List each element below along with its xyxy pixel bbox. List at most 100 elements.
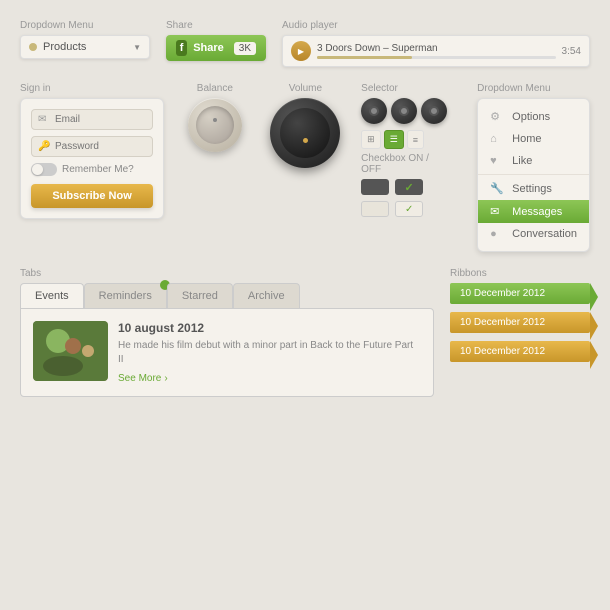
ribbons-widget: Ribbons 10 December 2012 10 December 201… bbox=[450, 268, 590, 370]
balance-label: Balance bbox=[180, 83, 250, 94]
ribbon-body-3[interactable]: 10 December 2012 bbox=[450, 341, 590, 362]
menu-label-like: Like bbox=[512, 155, 532, 167]
grid-view-btn[interactable]: ⊞ bbox=[361, 130, 381, 149]
menu-label-messages: Messages bbox=[512, 206, 562, 218]
tab-reminders-label: Reminders bbox=[99, 290, 152, 302]
knob-inner bbox=[196, 106, 234, 144]
list-view-btn[interactable]: ☰ bbox=[384, 130, 404, 149]
ribbon-item-2: 10 December 2012 bbox=[450, 312, 590, 333]
content-text: 10 august 2012 He made his film debut wi… bbox=[118, 321, 421, 384]
checkbox-on-1[interactable]: ✓ bbox=[395, 179, 423, 195]
facebook-icon: f bbox=[176, 40, 187, 56]
subscribe-button[interactable]: Subscribe Now bbox=[31, 184, 153, 208]
chevron-right-icon: › bbox=[164, 373, 167, 384]
share-label: Share bbox=[166, 20, 266, 31]
detail-view-btn[interactable]: ≡ bbox=[407, 130, 424, 149]
signin-label: Sign in bbox=[20, 83, 164, 94]
menu-item-like[interactable]: ♥ Like bbox=[478, 150, 589, 172]
selector-btn-2[interactable] bbox=[391, 98, 417, 124]
audio-time: 3:54 bbox=[562, 46, 581, 57]
menu-item-messages[interactable]: ✉ Messages bbox=[478, 200, 589, 223]
check-icon-2: ✓ bbox=[405, 204, 413, 215]
menu-label-home: Home bbox=[512, 133, 541, 145]
selector-btn-3[interactable] bbox=[421, 98, 447, 124]
audio-player[interactable]: ▶ 3 Doors Down – Superman 3:54 bbox=[282, 35, 590, 67]
password-input-row: 🔑 bbox=[31, 136, 153, 157]
tab-starred[interactable]: Starred bbox=[167, 283, 233, 308]
balance-knob[interactable] bbox=[188, 98, 242, 152]
lock-icon: 🔑 bbox=[38, 141, 50, 152]
tab-starred-label: Starred bbox=[182, 290, 218, 302]
menu-label-settings: Settings bbox=[512, 183, 552, 195]
selector-btn-1[interactable] bbox=[361, 98, 387, 124]
tabs-content: 10 august 2012 He made his film debut wi… bbox=[20, 308, 434, 397]
selector-widget: Selector ⊞ ☰ ≡ bbox=[361, 83, 461, 149]
share-count: 3K bbox=[234, 42, 256, 55]
email-input-row: ✉ bbox=[31, 109, 153, 130]
ribbon-tail-1 bbox=[590, 283, 598, 311]
selector-inner-1 bbox=[369, 106, 379, 116]
selector-inner-3 bbox=[429, 106, 439, 116]
menu-item-settings[interactable]: 🔧 Settings bbox=[478, 177, 589, 200]
signin-box: ✉ 🔑 Remember Me? Subscribe Now bbox=[20, 98, 164, 219]
ribbon-body-2[interactable]: 10 December 2012 bbox=[450, 312, 590, 333]
tab-reminders[interactable]: Reminders bbox=[84, 283, 167, 308]
password-field[interactable] bbox=[55, 141, 145, 152]
tabs-label: Tabs bbox=[20, 268, 434, 279]
ribbons-label: Ribbons bbox=[450, 268, 590, 279]
tab-events-label: Events bbox=[35, 290, 69, 302]
tab-events[interactable]: Events bbox=[20, 283, 84, 308]
checkbox-off-1[interactable] bbox=[361, 179, 389, 195]
share-button[interactable]: f Share 3K bbox=[166, 35, 266, 61]
share-button-label: Share bbox=[193, 42, 224, 54]
wrench-icon: 🔧 bbox=[490, 182, 504, 195]
balance-widget: Balance bbox=[180, 83, 250, 152]
content-image bbox=[33, 321, 108, 381]
dropdown-widget-1: Dropdown Menu Products ▼ bbox=[20, 20, 150, 59]
play-icon[interactable]: ▶ bbox=[291, 41, 311, 61]
ribbon-text-1: 10 December 2012 bbox=[460, 288, 545, 299]
see-more-link[interactable]: See More › bbox=[118, 373, 421, 384]
checkbox-2-on[interactable]: ✓ bbox=[395, 201, 423, 217]
ribbon-body-1[interactable]: 10 December 2012 bbox=[450, 283, 590, 304]
remember-label: Remember Me? bbox=[62, 164, 134, 175]
menu-item-home[interactable]: ⌂ Home bbox=[478, 128, 589, 150]
dropdown2-label: Dropdown Menu bbox=[477, 83, 590, 94]
audio-progress-bar bbox=[317, 56, 556, 59]
selector-checkbox-group: Selector ⊞ ☰ ≡ bbox=[361, 83, 461, 217]
checkbox-2-off[interactable] bbox=[361, 201, 389, 217]
ribbon-tail-3 bbox=[590, 341, 598, 369]
selector-buttons bbox=[361, 98, 461, 124]
menu-label-conversation: Conversation bbox=[512, 228, 577, 240]
view-toggle: ⊞ ☰ ≡ bbox=[361, 130, 461, 149]
menu-label-options: Options bbox=[512, 111, 550, 123]
email-field[interactable] bbox=[55, 114, 145, 125]
home-icon: ⌂ bbox=[490, 133, 504, 145]
toggle-thumb bbox=[32, 164, 43, 175]
content-date: 10 august 2012 bbox=[118, 321, 421, 335]
see-more-label: See More bbox=[118, 373, 161, 384]
tabs-widget: Tabs Events Reminders Starred Archive bbox=[20, 268, 434, 397]
menu-item-options[interactable]: ⚙ Options bbox=[478, 105, 589, 128]
chat-icon: ● bbox=[490, 228, 504, 240]
menu-item-conversation[interactable]: ● Conversation bbox=[478, 223, 589, 245]
tab-archive[interactable]: Archive bbox=[233, 283, 300, 308]
message-icon: ✉ bbox=[490, 205, 504, 218]
dropdown-menu-box: ⚙ Options ⌂ Home ♥ Like 🔧 Settings ✉ bbox=[477, 98, 590, 252]
audio-title: 3 Doors Down – Superman bbox=[317, 43, 556, 54]
dropdown-box-1[interactable]: Products ▼ bbox=[20, 35, 150, 59]
volume-widget: Volume bbox=[266, 83, 346, 168]
audio-progress-fill bbox=[317, 56, 412, 59]
volume-label: Volume bbox=[266, 83, 346, 94]
ribbon-item-1: 10 December 2012 bbox=[450, 283, 590, 304]
content-desc: He made his film debut with a minor part… bbox=[118, 339, 421, 367]
volume-indicator bbox=[303, 138, 308, 143]
checkbox-label: Checkbox ON / OFF bbox=[361, 153, 451, 175]
volume-knob[interactable] bbox=[270, 98, 340, 168]
checkbox-row-2: ✓ bbox=[361, 201, 451, 217]
remember-toggle[interactable] bbox=[31, 163, 57, 176]
audio-widget: Audio player ▶ 3 Doors Down – Superman 3… bbox=[282, 20, 590, 67]
volume-knob-inner bbox=[280, 108, 330, 158]
chevron-down-icon: ▼ bbox=[133, 43, 141, 52]
checkbox-widget: Checkbox ON / OFF ✓ ✓ bbox=[361, 153, 451, 217]
